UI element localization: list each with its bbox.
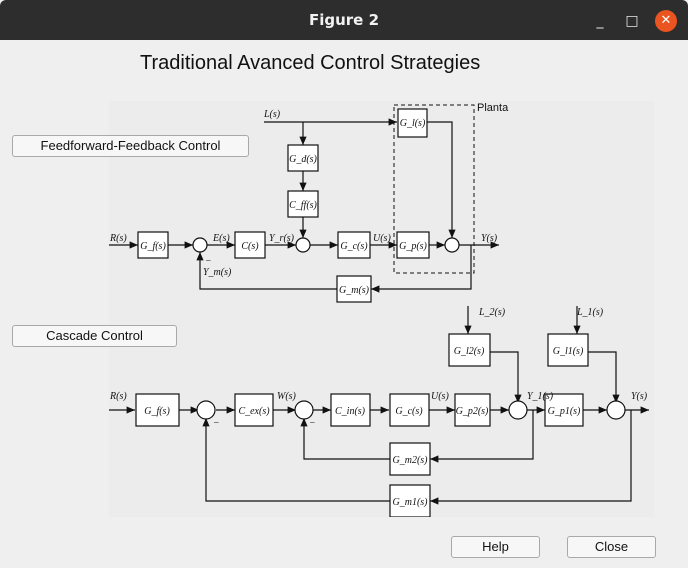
signal-Ym: Y_m(s) — [203, 267, 232, 278]
cascade-control-button[interactable]: Cascade Control — [12, 325, 177, 347]
sum-junction-load1 — [606, 400, 626, 420]
block-gm2-label: G_m2(s) — [393, 455, 429, 466]
block-gp2-label: G_p2(s) — [456, 406, 489, 417]
signal-L1: L_1(s) — [576, 307, 604, 318]
block-cin-label: C_in(s) — [335, 406, 366, 417]
signal-Y: Y(s) — [481, 233, 498, 244]
minus-sign-3: − — [309, 418, 316, 429]
close-icon[interactable]: ✕ — [655, 10, 677, 32]
sum-junction-inner — [294, 400, 314, 420]
signal-R: R(s) — [109, 233, 127, 244]
signal-L: L(s) — [263, 109, 281, 120]
block2-gf-label: G_f(s) — [144, 406, 170, 417]
signal-W: W(s) — [277, 391, 297, 402]
signal-E: E(s) — [212, 233, 230, 244]
block-gp-label: G_p(s) — [399, 241, 427, 252]
minimize-icon[interactable]: _ — [589, 10, 611, 32]
signal2-U: U(s) — [431, 391, 449, 402]
diagram-panel: Planta G_l(s) G_d(s) C_ff(s) G_f(s) C(s)… — [109, 101, 654, 518]
block-gc-label: G_c(s) — [340, 241, 368, 252]
block-c-label: C(s) — [241, 241, 259, 252]
block-gm-label: G_m(s) — [339, 285, 370, 296]
minus-sign-1: − — [205, 256, 212, 267]
window-title: Figure 2 — [308, 11, 380, 29]
block-cff-label: C_ff(s) — [289, 200, 317, 211]
block-gl-label: G_l(s) — [400, 118, 426, 129]
diagram1-wires — [109, 118, 649, 505]
plant-label: Planta — [477, 102, 509, 114]
signal2-R: R(s) — [109, 391, 127, 402]
block-gl2-label: G_l2(s) — [454, 346, 485, 357]
sum-junction-load — [444, 237, 460, 253]
block-gf-label: G_f(s) — [140, 241, 166, 252]
block-gd-label: G_d(s) — [289, 154, 317, 165]
sum-junction-error — [192, 237, 208, 253]
signal2-Y: Y(s) — [631, 391, 648, 402]
block2-gc-label: G_c(s) — [395, 406, 423, 417]
signal-Y1: Y_1(s) — [527, 391, 554, 402]
control-block-diagrams: Planta G_l(s) G_d(s) C_ff(s) G_f(s) C(s)… — [109, 102, 649, 518]
block-cex-label: C_ex(s) — [238, 406, 270, 417]
page-title: Traditional Avanced Control Strategies — [140, 52, 481, 74]
signal-Yr: Y_r(s) — [269, 233, 295, 244]
sum-junction-load2 — [508, 400, 528, 420]
feedforward-feedback-button[interactable]: Feedforward-Feedback Control — [12, 135, 249, 157]
block-gm1-label: G_m1(s) — [393, 497, 429, 508]
sum-junction-feedforward — [295, 237, 311, 253]
signal-L2: L_2(s) — [478, 307, 506, 318]
close-button[interactable]: Close — [567, 536, 656, 558]
title-bar: Figure 2 _ □ ✕ — [0, 0, 688, 40]
help-button[interactable]: Help — [451, 536, 540, 558]
block-gp1-label: G_p1(s) — [548, 406, 581, 417]
signal-U: U(s) — [373, 233, 391, 244]
maximize-icon[interactable]: □ — [621, 10, 643, 32]
block-gl1-label: G_l1(s) — [553, 346, 584, 357]
sum-junction-outer — [196, 400, 216, 420]
minus-sign-2: − — [213, 418, 220, 429]
